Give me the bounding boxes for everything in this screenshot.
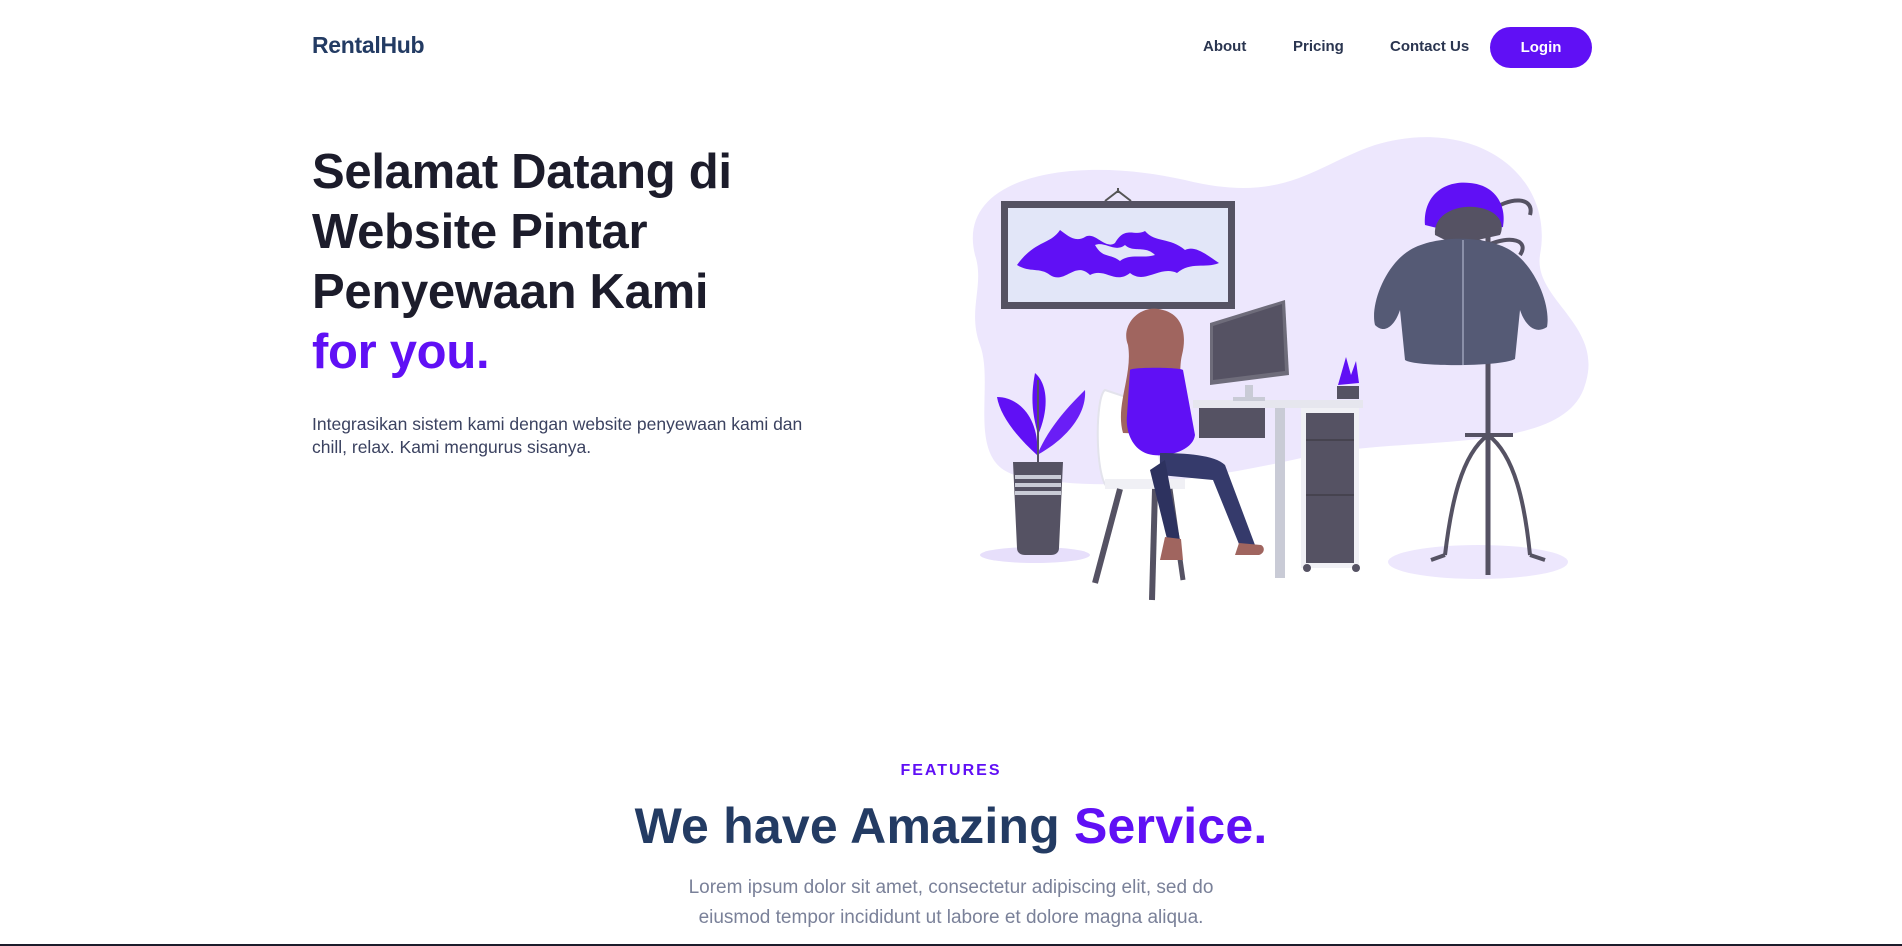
hero-title-line-1: Selamat Datang di <box>312 145 732 199</box>
mountain-painting <box>1001 188 1235 309</box>
nav-link-pricing[interactable]: Pricing <box>1293 38 1344 55</box>
top-navigation: RentalHub About Pricing Contact Us Login <box>0 0 1902 96</box>
features-description: Lorem ipsum dolor sit amet, consectetur … <box>688 877 1214 928</box>
nav-link-about[interactable]: About <box>1203 38 1246 55</box>
brand-logo[interactable]: RentalHub <box>312 32 425 59</box>
features-title: We have Amazing Service. <box>0 797 1902 855</box>
hero-title-line-2: Website Pintar <box>312 205 648 259</box>
hero-description: Integrasikan sistem kami dengan website … <box>312 414 803 457</box>
features-tag: FEATURES <box>900 762 1002 779</box>
hero-title-line-3: Penyewaan Kami <box>312 265 709 319</box>
workspace-illustration <box>972 137 1589 601</box>
login-button[interactable]: Login <box>1490 27 1592 68</box>
features-title-accent: Service. <box>1074 798 1268 854</box>
nav-link-contact-us[interactable]: Contact Us <box>1390 38 1469 55</box>
features-title-main: We have Amazing <box>634 798 1074 854</box>
hero-title-accent: for you. <box>312 325 490 379</box>
hero-title: Selamat Datang di Website Pintar Penyewa… <box>312 142 832 382</box>
